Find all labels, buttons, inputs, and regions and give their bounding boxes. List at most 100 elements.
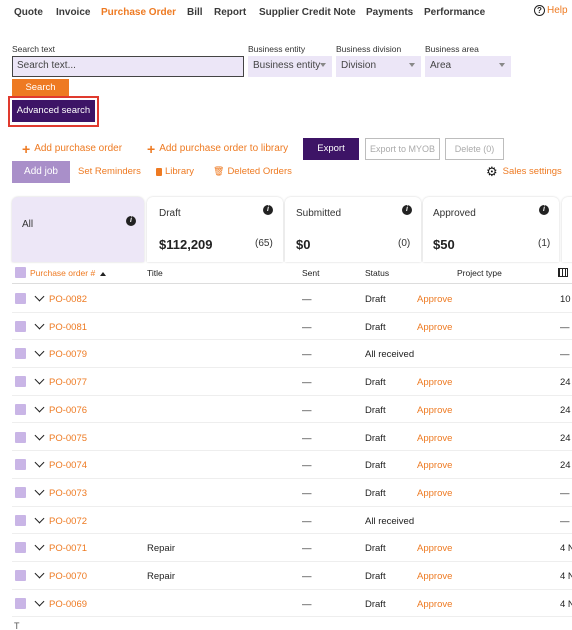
chevron-down-icon[interactable] — [34, 540, 45, 551]
chevron-down-icon[interactable] — [34, 457, 45, 468]
nav-supplier-credit-note[interactable]: Supplier Credit Note — [259, 7, 356, 18]
row-checkbox[interactable] — [15, 320, 26, 332]
row-checkbox[interactable] — [15, 403, 26, 415]
status-card-all[interactable]: All i — [12, 197, 144, 262]
row-project-type: 24 — [560, 404, 571, 416]
status-card-draft[interactable]: Draft i $112,209 (65) — [147, 197, 283, 262]
advanced-search-button[interactable]: Advanced search — [12, 100, 95, 122]
columns-icon[interactable] — [558, 268, 568, 277]
chevron-down-icon[interactable] — [34, 513, 45, 524]
chevron-down-icon[interactable] — [34, 568, 45, 579]
sales-settings-link[interactable]: ⚙ Sales settings — [486, 165, 562, 178]
table-row[interactable]: PO-0075 — Draft Approve 24 — [12, 424, 572, 452]
col-status[interactable]: Status — [365, 268, 389, 278]
chevron-down-icon[interactable] — [34, 485, 45, 496]
set-reminders-link[interactable]: Set Reminders — [78, 166, 141, 177]
business-area-select[interactable]: Area — [425, 56, 511, 77]
add-po-library-button[interactable]: + Add purchase order to library — [147, 142, 289, 156]
table-row[interactable]: PO-0076 — Draft Approve 24 — [12, 396, 572, 424]
table-row[interactable]: PO-0081 — Draft Approve — — [12, 313, 572, 341]
approve-link[interactable]: Approve — [417, 322, 452, 333]
delete-button[interactable]: Delete (0) — [445, 138, 504, 160]
col-project-type[interactable]: Project type — [457, 268, 502, 278]
row-checkbox[interactable] — [15, 570, 26, 581]
business-entity-select[interactable]: Business entity — [248, 56, 332, 77]
col-title[interactable]: Title — [147, 268, 163, 278]
approve-link[interactable]: Approve — [417, 543, 452, 554]
chevron-down-icon[interactable] — [34, 346, 45, 357]
table-row[interactable]: PO-0069 — Draft Approve 4 N — [12, 590, 572, 618]
search-button[interactable]: Search — [12, 79, 69, 96]
chevron-down-icon[interactable] — [34, 319, 45, 330]
table-row[interactable]: PO-0070 Repair — Draft Approve 4 N — [12, 562, 572, 590]
table-row[interactable]: PO-0077 — Draft Approve 24 — [12, 368, 572, 396]
chevron-down-icon[interactable] — [34, 291, 45, 302]
po-number-link[interactable]: PO-0070 — [49, 571, 87, 582]
table-row[interactable]: PO-0074 — Draft Approve 24 — [12, 451, 572, 479]
row-checkbox[interactable] — [15, 514, 26, 526]
table-row[interactable]: PO-0073 — Draft Approve — — [12, 479, 572, 507]
row-checkbox[interactable] — [15, 376, 26, 388]
row-project-type: 10 — [560, 294, 571, 305]
status-card-submitted[interactable]: Submitted i $0 (0) — [285, 197, 421, 262]
table-row[interactable]: PO-0082 — Draft Approve 10 — [12, 285, 572, 313]
nav-purchase-order[interactable]: Purchase Order — [101, 7, 176, 18]
select-all-checkbox[interactable] — [15, 267, 26, 278]
po-number-link[interactable]: PO-0076 — [49, 405, 87, 416]
approve-link[interactable]: Approve — [417, 599, 452, 610]
po-number-link[interactable]: PO-0073 — [49, 488, 87, 499]
chevron-down-icon[interactable] — [34, 430, 45, 440]
add-po-library-label: Add purchase order to library — [159, 143, 289, 154]
approve-link[interactable]: Approve — [417, 294, 452, 305]
po-number-link[interactable]: PO-0082 — [49, 294, 87, 305]
help-link[interactable]: ? Help — [534, 5, 568, 16]
business-division-select[interactable]: Division — [336, 56, 421, 77]
po-number-link[interactable]: PO-0079 — [49, 349, 87, 360]
col-purchase-order[interactable]: Purchase order # — [30, 268, 106, 278]
export-button[interactable]: Export — [303, 138, 359, 160]
approve-link[interactable]: Approve — [417, 571, 452, 582]
chevron-down-icon[interactable] — [34, 402, 45, 413]
nav-payments[interactable]: Payments — [366, 7, 413, 18]
row-checkbox[interactable] — [15, 348, 26, 360]
deleted-orders-link[interactable]: 🗑 Deleted Orders — [213, 166, 292, 177]
table-row[interactable]: PO-0071 Repair — Draft Approve 4 N — [12, 534, 572, 562]
po-number-link[interactable]: PO-0077 — [49, 377, 87, 388]
row-checkbox[interactable] — [15, 486, 26, 498]
chevron-down-icon[interactable] — [34, 374, 45, 385]
library-link[interactable]: Library — [156, 166, 194, 177]
add-job-button[interactable]: Add job — [12, 161, 70, 183]
approve-link[interactable]: Approve — [417, 377, 452, 388]
export-myob-button[interactable]: Export to MYOB — [365, 138, 440, 160]
nav-report[interactable]: Report — [214, 7, 246, 18]
chevron-down-icon[interactable] — [34, 596, 45, 607]
table-row[interactable]: PO-0072 — All received — — [12, 507, 572, 535]
row-checkbox[interactable] — [15, 431, 26, 443]
nav-bill[interactable]: Bill — [187, 7, 203, 18]
po-number-link[interactable]: PO-0069 — [49, 599, 87, 610]
row-checkbox[interactable] — [15, 459, 26, 471]
approve-link[interactable]: Approve — [417, 460, 452, 471]
col-sent[interactable]: Sent — [302, 268, 320, 278]
status-card-next[interactable] — [562, 197, 572, 262]
po-number-link[interactable]: PO-0075 — [49, 433, 87, 444]
info-icon: i — [126, 216, 136, 226]
approve-link[interactable]: Approve — [417, 488, 452, 499]
add-purchase-order-button[interactable]: + Add purchase order — [22, 142, 122, 156]
status-card-approved[interactable]: Approved i $50 (1) — [423, 197, 559, 262]
row-project-type: 4 N — [560, 543, 572, 555]
row-checkbox[interactable] — [15, 542, 26, 554]
row-checkbox[interactable] — [15, 293, 26, 304]
approve-link[interactable]: Approve — [417, 405, 452, 416]
row-checkbox[interactable] — [15, 597, 26, 609]
table-row[interactable]: PO-0079 — All received — — [12, 340, 572, 369]
nav-quote[interactable]: Quote — [14, 7, 43, 18]
nav-performance[interactable]: Performance — [424, 7, 485, 18]
po-number-link[interactable]: PO-0072 — [49, 516, 87, 527]
search-input[interactable]: Search text... — [12, 56, 244, 77]
po-number-link[interactable]: PO-0071 — [49, 543, 87, 554]
po-number-link[interactable]: PO-0081 — [49, 322, 87, 333]
nav-invoice[interactable]: Invoice — [56, 7, 90, 18]
po-number-link[interactable]: PO-0074 — [49, 460, 87, 471]
approve-link[interactable]: Approve — [417, 433, 452, 444]
